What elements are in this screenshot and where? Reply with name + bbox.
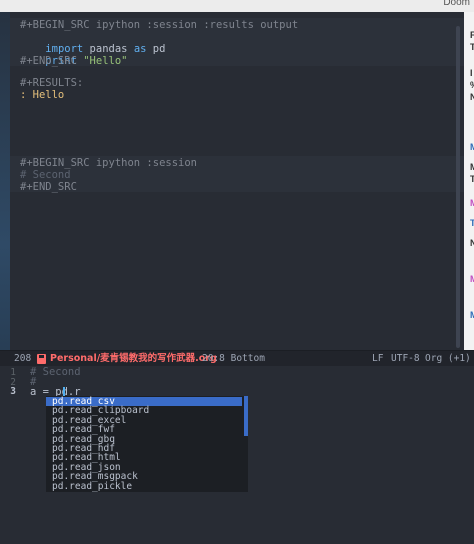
modeline-line-count: 208 — [14, 353, 32, 364]
right-pane-glyph: F — [470, 30, 474, 40]
modeline: 208 Personal/麦肯锡教我的写作武器.org 20:8 Bottom … — [0, 350, 474, 366]
begin-src-line-2: #+BEGIN_SRC ipython :session — [20, 157, 198, 169]
window-title: Doom — [443, 0, 470, 8]
import-alias: pd — [146, 43, 166, 55]
save-icon — [37, 354, 46, 364]
org-editor-pane[interactable]: #+BEGIN_SRC ipython :session :results ou… — [10, 12, 464, 350]
right-pane-glyph: T — [470, 42, 474, 52]
completion-popup[interactable]: pd.read_csv pd.read_clipboard pd.read_ex… — [46, 396, 248, 492]
end-src-line-1: #+END_SRC — [20, 55, 77, 67]
print-line: print "Hello" — [20, 43, 127, 67]
results-header: #+RESULTS: — [20, 77, 84, 89]
right-pane-glyph: I — [470, 68, 473, 78]
current-line-number: 3 — [10, 386, 16, 397]
right-pane-glyph: N — [470, 238, 474, 248]
right-pane-glyph: T — [470, 218, 474, 228]
comment-second: # Second — [20, 169, 71, 181]
print-string: "Hello" — [76, 55, 128, 67]
modeline-encoding[interactable]: UTF-8 — [391, 353, 420, 365]
modeline-eol[interactable]: LF — [372, 353, 383, 365]
modeline-file-name[interactable]: Personal/麦肯锡教我的写作武器.org — [50, 353, 217, 365]
window-titlebar[interactable]: Doom — [0, 0, 474, 12]
right-pane-glyph: N — [470, 92, 474, 102]
begin-src-line-1: #+BEGIN_SRC ipython :session :results ou… — [20, 19, 299, 31]
buffer-bottom-edge — [0, 530, 474, 544]
right-window-pane[interactable]: F T I % N M M T M T N M M — [464, 12, 474, 350]
modeline-mode[interactable]: Org (+1) — [425, 353, 471, 365]
right-pane-glyph: T — [470, 174, 474, 184]
completion-scrollbar[interactable] — [244, 396, 248, 436]
right-pane-glyph: % — [470, 80, 474, 90]
right-pane-glyph: M — [470, 142, 474, 152]
right-pane-glyph: M — [470, 198, 474, 208]
buffer-comment-line: # Second — [30, 366, 81, 378]
results-value: : Hello — [20, 89, 65, 101]
completion-item[interactable]: pd.read_pickle — [50, 481, 242, 491]
modeline-position: 20:8 Bottom — [202, 353, 265, 364]
as-keyword: as — [133, 43, 147, 55]
right-pane-glyph: M — [470, 162, 474, 172]
import-line: import pandas as pd — [20, 31, 165, 55]
editor-scrollbar[interactable] — [456, 26, 460, 348]
right-pane-glyph: M — [470, 310, 474, 320]
end-src-line-2: #+END_SRC — [20, 181, 77, 193]
right-pane-glyph: M — [470, 274, 474, 284]
